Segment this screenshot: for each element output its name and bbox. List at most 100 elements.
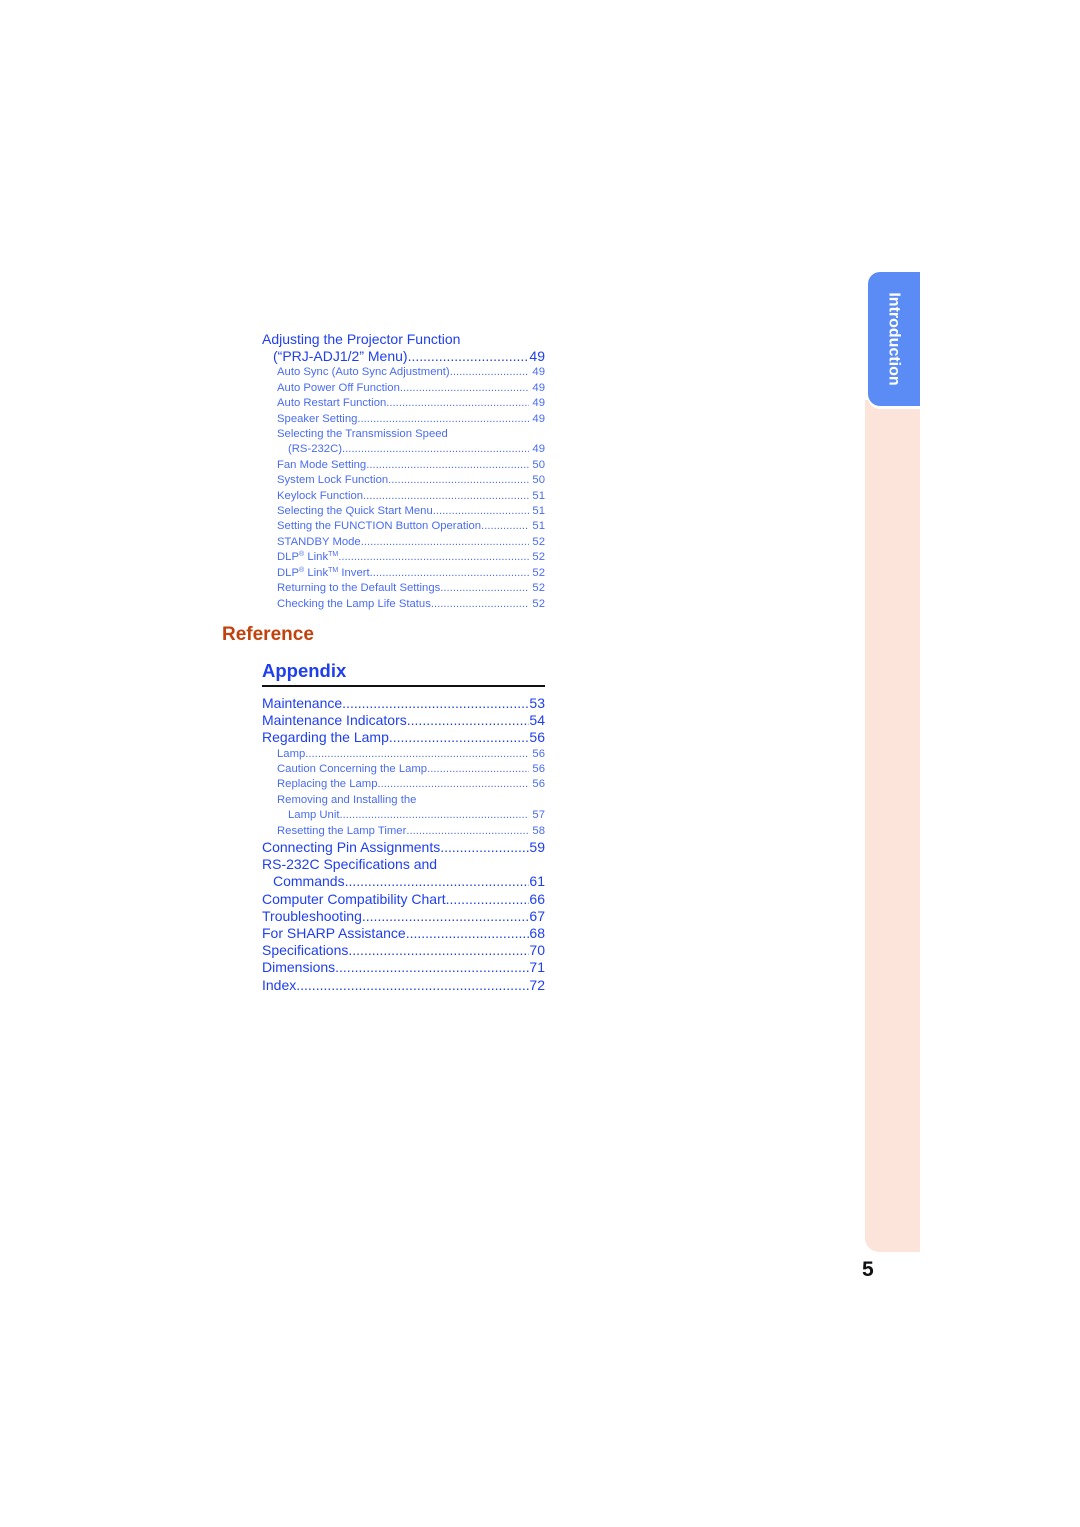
toc-item[interactable]: Lamp 56 <box>262 747 545 762</box>
toc-entry[interactable]: Computer Compatibility Chart 66 <box>262 891 545 908</box>
toc-page: 58 <box>532 824 545 837</box>
toc-item[interactable]: STANDBY Mode 52 <box>262 535 545 550</box>
leader-dots <box>363 489 529 504</box>
leader-dots <box>362 908 530 925</box>
leader-dots <box>361 535 530 550</box>
toc-page: 49 <box>532 397 545 410</box>
toc-page: 51 <box>532 505 545 518</box>
leader-dots <box>427 762 529 777</box>
leader-dots <box>342 442 529 457</box>
toc-page: 54 <box>529 712 545 729</box>
leader-dots <box>386 396 529 411</box>
introduction-tab-label-wrap: Introduction <box>868 272 920 406</box>
toc-page: 53 <box>529 695 545 711</box>
toc-entry-title: Index <box>262 976 297 993</box>
toc-item[interactable]: Resetting the Lamp Timer 58 <box>262 824 545 839</box>
toc-page: 70 <box>529 942 545 959</box>
page-number: 5 <box>862 1258 874 1281</box>
leader-dots <box>446 891 530 908</box>
toc-item[interactable]: Speaker Setting 49 <box>262 412 545 427</box>
toc-entry[interactable]: For SHARP Assistance 68 <box>262 925 545 942</box>
toc-item[interactable]: Checking the Lamp Life Status 52 <box>262 597 545 612</box>
toc-page: 49 <box>532 366 545 379</box>
toc-item[interactable]: Keylock Function 51 <box>262 489 545 504</box>
toc-page: 51 <box>532 489 545 502</box>
introduction-tab-label: Introduction <box>886 292 903 386</box>
toc-item-title: Keylock Function <box>277 489 364 502</box>
toc-item[interactable]: System Lock Function 50 <box>262 473 545 488</box>
toc-entry[interactable]: Maintenance 53 <box>262 695 545 712</box>
toc-item[interactable]: Replacing the Lamp 56 <box>262 777 545 792</box>
toc-item[interactable]: Selecting the Transmission Speed <box>262 427 545 442</box>
toc-page: 57 <box>532 809 545 822</box>
toc-entry[interactable]: Connecting Pin Assignments 59 <box>262 839 545 856</box>
toc-item[interactable]: Fan Mode Setting 50 <box>262 458 545 473</box>
leader-dots <box>340 808 530 823</box>
toc-entry-cont[interactable]: Commands 61 <box>262 873 545 890</box>
toc-item-title-cont: Lamp Unit <box>288 809 340 822</box>
toc-item-title: Resetting the Lamp Timer <box>277 824 407 837</box>
toc-page: 72 <box>529 976 545 993</box>
leader-dots <box>431 597 530 612</box>
toc-page: 68 <box>529 925 545 942</box>
toc-item-title: Auto Restart Function <box>277 397 387 410</box>
toc-page: 56 <box>532 763 545 776</box>
toc-appendix-section: Maintenance 53 Maintenance Indicators 54… <box>262 695 545 994</box>
toc-item-title: Speaker Setting <box>277 412 358 425</box>
toc-item-title: Auto Power Off Function <box>277 381 400 394</box>
toc-item[interactable]: DLP® LinkTM 52 <box>262 550 545 565</box>
toc-item-cont[interactable]: (RS-232C) 49 <box>262 442 545 457</box>
appendix-heading: Appendix <box>262 660 347 681</box>
toc-page: 49 <box>529 348 545 365</box>
leader-dots <box>305 747 529 762</box>
toc-item[interactable]: Selecting the Quick Start Menu 51 <box>262 504 545 519</box>
toc-page: 49 <box>532 412 545 425</box>
toc-page: 66 <box>529 890 545 907</box>
leader-dots <box>357 412 529 427</box>
toc-item[interactable]: Auto Power Off Function 49 <box>262 381 545 396</box>
toc-item-title: Setting the FUNCTION Button Operation. <box>277 520 485 533</box>
toc-item-title: Caution Concerning the Lamp <box>277 763 428 776</box>
toc-item-title: Auto Sync (Auto Sync Adjustment) <box>277 366 450 379</box>
toc-page: 51 <box>532 520 545 533</box>
toc-entry-title: Troubleshooting <box>262 907 362 924</box>
toc-page: 56 <box>532 747 545 760</box>
toc-item-cont[interactable]: Lamp Unit 57 <box>262 808 545 823</box>
leader-dots <box>388 473 529 488</box>
leader-dots <box>406 925 530 942</box>
toc-entry-title: RS-232C Specifications and <box>262 856 438 873</box>
leader-dots <box>450 365 530 380</box>
toc-entry[interactable]: Troubleshooting 67 <box>262 908 545 925</box>
side-tab-band <box>865 400 920 1252</box>
toc-entry-title: Regarding the Lamp <box>262 729 389 746</box>
toc-item[interactable]: Auto Sync (Auto Sync Adjustment) 49 <box>262 365 545 380</box>
toc-entry-title-cont: Commands <box>273 873 345 890</box>
toc-page: 50 <box>532 458 545 471</box>
leader-dots <box>400 381 530 396</box>
toc-entry-title: For SHARP Assistance <box>262 925 406 942</box>
toc-item[interactable]: Returning to the Default Settings 52 <box>262 581 545 596</box>
toc-item[interactable]: Removing and Installing the <box>262 793 545 808</box>
toc-entry[interactable]: Regarding the Lamp 56 <box>262 729 545 746</box>
toc-item[interactable]: Setting the FUNCTION Button Operation. 5… <box>262 519 545 534</box>
leader-dots <box>440 581 529 596</box>
toc-item[interactable]: DLP® LinkTM Invert 52 <box>262 566 545 581</box>
leader-dots <box>348 942 529 959</box>
leader-dots <box>335 959 529 976</box>
toc-entry-title: Maintenance <box>262 695 343 711</box>
toc-page: 67 <box>529 907 545 924</box>
toc-entry[interactable]: Maintenance Indicators 54 <box>262 712 545 729</box>
toc-item[interactable]: Caution Concerning the Lamp 56 <box>262 762 545 777</box>
toc-item-title: Checking the Lamp Life Status <box>277 597 431 610</box>
toc-heading-projector[interactable]: Adjusting the Projector Function <box>262 331 545 348</box>
toc-item[interactable]: Auto Restart Function 49 <box>262 396 545 411</box>
toc-entry[interactable]: Specifications 70 <box>262 942 545 959</box>
leader-dots <box>296 977 529 994</box>
toc-heading-projector-cont[interactable]: (“PRJ-ADJ1/2” Menu) 49 <box>262 348 545 365</box>
toc-entry[interactable]: Index 72 <box>262 977 545 994</box>
toc-entry[interactable]: RS-232C Specifications and <box>262 856 545 873</box>
leader-dots <box>407 712 530 729</box>
leader-dots <box>440 839 529 856</box>
toc-page: 61 <box>529 873 545 890</box>
toc-entry[interactable]: Dimensions 71 <box>262 959 545 976</box>
